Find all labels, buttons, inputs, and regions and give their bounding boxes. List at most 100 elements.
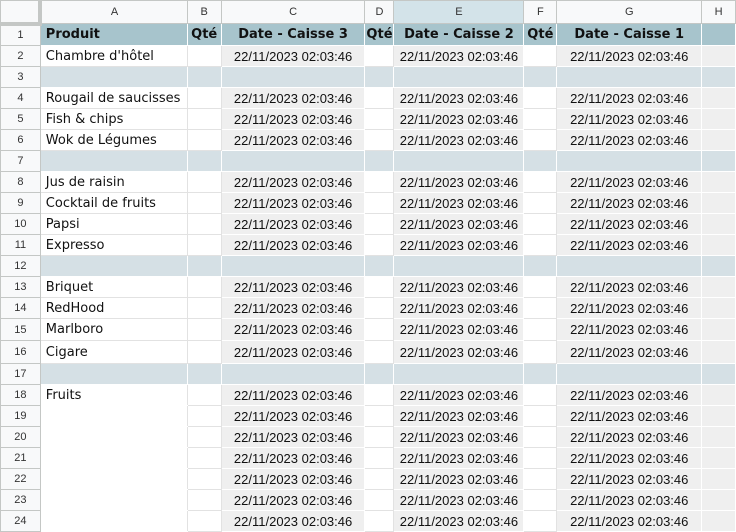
qty-cell-caisse-2[interactable] [364,426,395,448]
separator-cell[interactable] [701,66,736,88]
header-qte[interactable]: Qté [523,23,558,46]
date-cell-caisse-3[interactable]: 22/11/2023 02:03:46 [220,171,366,193]
row-header[interactable]: 15 [0,318,41,341]
cell-h[interactable] [701,405,736,427]
separator-cell[interactable] [556,363,703,385]
date-cell-caisse-3[interactable]: 22/11/2023 02:03:46 [220,129,366,151]
separator-cell[interactable] [39,66,188,88]
separator-cell[interactable] [220,150,366,172]
separator-cell[interactable] [364,255,395,277]
qty-cell-caisse-1[interactable] [523,489,558,511]
date-cell-caisse-3[interactable]: 22/11/2023 02:03:46 [220,297,366,319]
date-cell-caisse-3[interactable]: 22/11/2023 02:03:46 [220,468,366,490]
cell-h[interactable] [701,340,736,364]
date-cell-caisse-1[interactable]: 22/11/2023 02:03:46 [556,405,703,427]
row-header[interactable]: 10 [0,213,41,235]
qty-cell-caisse-2[interactable] [364,192,395,214]
product-cell[interactable]: Expresso [39,234,188,256]
separator-cell[interactable] [523,150,558,172]
product-cell[interactable] [39,426,188,448]
qty-cell-caisse-1[interactable] [523,87,558,109]
separator-cell[interactable] [39,363,188,385]
product-cell[interactable]: Rougail de saucisses [39,87,188,109]
cell-h[interactable] [701,23,736,46]
qty-cell-caisse-2[interactable] [364,129,395,151]
separator-cell[interactable] [220,66,366,88]
row-header[interactable]: 9 [0,192,41,214]
qty-cell-caisse-2[interactable] [364,87,395,109]
separator-cell[interactable] [393,150,525,172]
date-cell-caisse-3[interactable]: 22/11/2023 02:03:46 [220,45,366,67]
cell-h[interactable] [701,213,736,235]
product-cell[interactable] [39,447,188,469]
qty-cell-caisse-1[interactable] [523,426,558,448]
qty-cell-caisse-1[interactable] [523,447,558,469]
qty-cell-caisse-3[interactable] [186,340,222,364]
qty-cell-caisse-1[interactable] [523,405,558,427]
column-header-h[interactable]: H [701,0,736,24]
date-cell-caisse-1[interactable]: 22/11/2023 02:03:46 [556,489,703,511]
column-header-b[interactable]: B [186,0,222,24]
row-header[interactable]: 24 [0,510,41,532]
row-header[interactable]: 12 [0,255,41,277]
row-header[interactable]: 5 [0,108,41,130]
date-cell-caisse-2[interactable]: 22/11/2023 02:03:46 [393,510,525,532]
qty-cell-caisse-3[interactable] [186,87,222,109]
row-header[interactable]: 11 [0,234,41,256]
separator-cell[interactable] [556,150,703,172]
cell-h[interactable] [701,447,736,469]
separator-cell[interactable] [364,150,395,172]
separator-cell[interactable] [556,66,703,88]
qty-cell-caisse-3[interactable] [186,318,222,341]
separator-cell[interactable] [393,363,525,385]
product-cell[interactable] [39,510,188,532]
date-cell-caisse-2[interactable]: 22/11/2023 02:03:46 [393,87,525,109]
qty-cell-caisse-2[interactable] [364,384,395,406]
qty-cell-caisse-1[interactable] [523,297,558,319]
product-cell[interactable] [39,468,188,490]
date-cell-caisse-3[interactable]: 22/11/2023 02:03:46 [220,276,366,298]
header-date-caisse-1[interactable]: Date - Caisse 1 [556,23,703,46]
row-header[interactable]: 18 [0,384,41,406]
date-cell-caisse-3[interactable]: 22/11/2023 02:03:46 [220,405,366,427]
cell-h[interactable] [701,171,736,193]
date-cell-caisse-3[interactable]: 22/11/2023 02:03:46 [220,108,366,130]
qty-cell-caisse-3[interactable] [186,510,222,532]
product-cell[interactable]: Papsi [39,213,188,235]
cell-h[interactable] [701,489,736,511]
qty-cell-caisse-3[interactable] [186,192,222,214]
separator-cell[interactable] [39,150,188,172]
date-cell-caisse-1[interactable]: 22/11/2023 02:03:46 [556,297,703,319]
date-cell-caisse-1[interactable]: 22/11/2023 02:03:46 [556,45,703,67]
row-header[interactable]: 17 [0,363,41,385]
row-header[interactable]: 6 [0,129,41,151]
separator-cell[interactable] [186,255,222,277]
date-cell-caisse-2[interactable]: 22/11/2023 02:03:46 [393,318,525,341]
cell-h[interactable] [701,192,736,214]
row-header[interactable]: 1 [0,23,41,46]
qty-cell-caisse-2[interactable] [364,234,395,256]
date-cell-caisse-1[interactable]: 22/11/2023 02:03:46 [556,108,703,130]
cell-h[interactable] [701,426,736,448]
date-cell-caisse-1[interactable]: 22/11/2023 02:03:46 [556,447,703,469]
product-cell[interactable]: Jus de raisin [39,171,188,193]
date-cell-caisse-1[interactable]: 22/11/2023 02:03:46 [556,87,703,109]
qty-cell-caisse-2[interactable] [364,108,395,130]
date-cell-caisse-1[interactable]: 22/11/2023 02:03:46 [556,213,703,235]
qty-cell-caisse-1[interactable] [523,108,558,130]
separator-cell[interactable] [39,255,188,277]
product-cell[interactable]: Fish & chips [39,108,188,130]
date-cell-caisse-1[interactable]: 22/11/2023 02:03:46 [556,171,703,193]
row-header[interactable]: 20 [0,426,41,448]
qty-cell-caisse-2[interactable] [364,405,395,427]
header-date-caisse-3[interactable]: Date - Caisse 3 [220,23,366,46]
header-date-caisse-2[interactable]: Date - Caisse 2 [393,23,525,46]
date-cell-caisse-2[interactable]: 22/11/2023 02:03:46 [393,213,525,235]
qty-cell-caisse-2[interactable] [364,340,395,364]
date-cell-caisse-2[interactable]: 22/11/2023 02:03:46 [393,426,525,448]
separator-cell[interactable] [701,363,736,385]
header-produit[interactable]: Produit [39,23,188,46]
qty-cell-caisse-2[interactable] [364,510,395,532]
row-header[interactable]: 19 [0,405,41,427]
cell-h[interactable] [701,45,736,67]
